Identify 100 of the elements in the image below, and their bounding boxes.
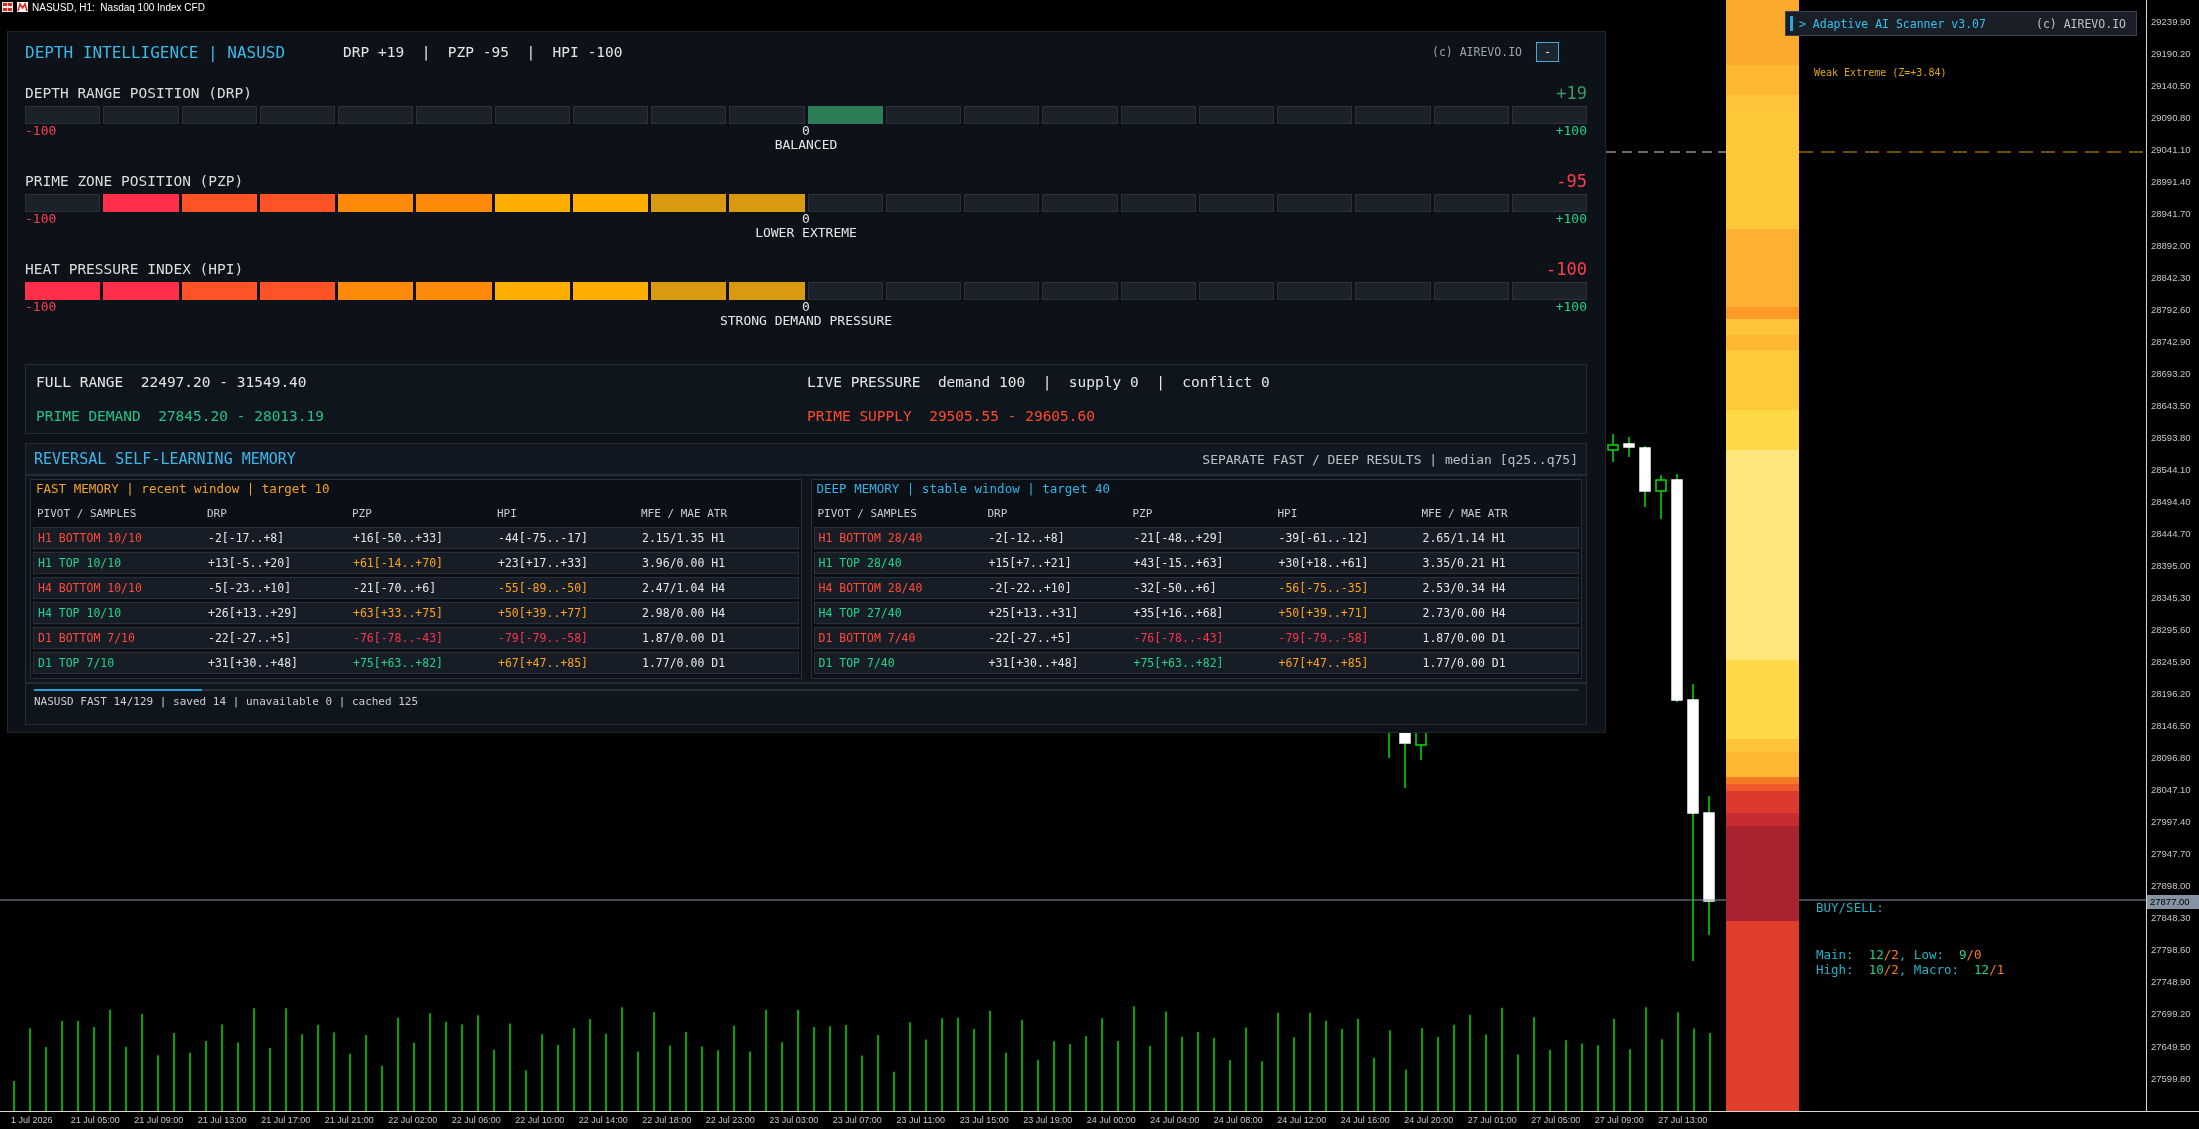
gauge-status: BALANCED (774, 138, 838, 152)
table-cell-text: 2.98/0.00 H4 (642, 606, 727, 620)
table-cell-text: 1.87/0.00 D1 (642, 631, 727, 645)
gauge-title: PRIME ZONE POSITION (PZP) (25, 173, 244, 189)
buy-sell-text: 12 (1974, 962, 1990, 977)
table-cell-text: +43[-15..+63] (1133, 556, 1225, 570)
table-cell-text: H1 TOP 28/40 (818, 556, 903, 570)
collapse-button[interactable]: - (1536, 42, 1559, 62)
price-label: 28096.80 (2150, 751, 2192, 766)
candle (1607, 433, 1619, 463)
price-label: 28892.00 (2150, 239, 2192, 254)
price-label: 29190.20 (2150, 47, 2192, 61)
memory-title: REVERSAL SELF-LEARNING MEMORY (34, 450, 296, 468)
column-header: PIVOT / SAMPLES (37, 506, 138, 520)
time-label: 22 Jul 06:00 (450, 1114, 502, 1127)
time-label: 24 Jul 04:00 (1149, 1114, 1201, 1127)
time-label: 21 Jul 17:00 (260, 1114, 312, 1127)
table-cell-text: -2[-22..+10] (988, 581, 1073, 595)
time-label: 22 Jul 14:00 (577, 1114, 629, 1127)
table-cell-text: -39[-61..-12] (1278, 531, 1370, 545)
time-label: 23 Jul 11:00 (895, 1114, 946, 1127)
time-label: 24 Jul 00:00 (1085, 1114, 1137, 1127)
table-cell-text: -76[-78..-43] (1133, 631, 1225, 645)
buy-sell-text: /2 (1883, 946, 1899, 962)
column-header: DRP (987, 506, 1009, 520)
table-cell-text: -76[-78..-43] (353, 631, 444, 645)
panel-title: DEPTH INTELLIGENCE | NASUSD (25, 42, 286, 62)
time-label: 21 Jul 05:00 (69, 1114, 121, 1127)
price-label: 28444.70 (2150, 527, 2192, 542)
table-cell-text: +50[+39..+77] (498, 606, 589, 620)
price-label: 28196.20 (2150, 687, 2192, 702)
table-cell-text: +25[+13..+31] (988, 606, 1080, 620)
price-label: 28544.10 (2150, 463, 2192, 478)
table-cell-text: -5[-23..+10] (208, 581, 293, 595)
table-cell-text: -2[-17..+8] (208, 531, 286, 545)
table-cell-text: +75[+63..+82] (353, 656, 444, 670)
buy-sell-text: /1 (1989, 962, 2005, 977)
time-label: 27 Jul 05:00 (1530, 1114, 1582, 1127)
candle (1639, 445, 1651, 508)
scale-min: -100 (25, 124, 58, 138)
credit-text: (c) AIREVO.IO (1432, 45, 1522, 59)
time-label: 21 Jul 09:00 (133, 1114, 185, 1127)
table-cell-text: D1 BOTTOM 7/10 (38, 631, 136, 645)
table-cell-text: 3.96/0.00 H1 (642, 556, 727, 570)
table-cell-text: -22[-27..+5] (988, 631, 1073, 645)
time-label: 23 Jul 07:00 (831, 1114, 883, 1127)
table-cell-text: -56[-75..-35] (1278, 581, 1370, 595)
info-value: 29505.55 - 29605.60 (929, 408, 1096, 424)
price-label: 28146.50 (2150, 719, 2192, 734)
table-cell-text: +63[+33..+75] (353, 606, 444, 620)
time-label: 27 Jul 01:00 (1466, 1114, 1518, 1127)
buy-sell-text: , Low: (1898, 946, 1945, 962)
price-label: 27997.40 (2150, 815, 2192, 830)
table-cell-text: 1.87/0.00 D1 (1422, 631, 1507, 645)
table-cell-text: D1 BOTTOM 7/40 (818, 631, 917, 645)
table-cell-text: +75[+63..+82] (1133, 656, 1225, 670)
candle (1623, 436, 1635, 458)
info-value: demand 100 | supply 0 | conflict 0 (937, 374, 1270, 390)
grid-icon (2, 2, 13, 12)
time-label: 24 Jul 08:00 (1212, 1114, 1264, 1127)
time-label: 22 Jul 18:00 (641, 1114, 693, 1127)
price-label: 28295.60 (2150, 623, 2192, 638)
info-value: 22497.20 - 31549.40 (140, 374, 307, 390)
gauge-title: HEAT PRESSURE INDEX (HPI) (25, 261, 244, 277)
gauge-value: +19 (1556, 83, 1587, 103)
info-value: 27845.20 - 28013.19 (158, 408, 325, 424)
price-label: 28792.60 (2150, 303, 2192, 318)
status-text: NASUSD FAST 14/129 | saved 14 | unavailable 0 | cached 125 (34, 695, 420, 709)
table-cell-text: +16[-50..+33] (353, 531, 444, 545)
table-cell-text: H4 TOP 27/40 (818, 606, 903, 620)
gauge-title: DEPTH RANGE POSITION (DRP) (25, 85, 252, 101)
column-header: PIVOT / SAMPLES (817, 506, 918, 520)
buy-sell-text: High: (1816, 962, 1855, 977)
price-label: 27798.60 (2150, 943, 2192, 958)
table-cell-text: -22[-27..+5] (208, 631, 293, 645)
scanner-credit: (c) AIREVO.IO (2036, 16, 2126, 31)
column-header: MFE / MAE ATR (1421, 506, 1509, 520)
info-label: PRIME DEMAND (36, 408, 141, 424)
buy-sell-text: , Macro: (1898, 962, 1961, 977)
table-cell-text: -2[-12..+8] (988, 531, 1066, 545)
time-label: 24 Jul 20:00 (1403, 1114, 1455, 1127)
price-label: 29041.10 (2150, 143, 2192, 158)
table-cell-text: +61[-14..+70] (353, 556, 444, 570)
column-header: PZP (1132, 506, 1154, 520)
buy-sell-text: /0 (1966, 946, 1982, 962)
price-label: 27649.50 (2150, 1039, 2192, 1054)
scale-max: +100 (1555, 124, 1587, 138)
table-cell-text: H4 TOP 10/10 (38, 606, 123, 620)
time-label: 22 Jul 23:00 (704, 1114, 756, 1127)
table-cell-text: 1.77/0.00 D1 (1422, 656, 1507, 670)
table-cell-text: H1 BOTTOM 10/10 (38, 531, 143, 545)
table-cell-text: 2.73/0.00 H4 (1422, 606, 1507, 620)
scale-min: -100 (25, 300, 58, 314)
zone-label: Weak Extreme (Z=+3.84) (1814, 67, 1947, 78)
table-cell-text: -79[-79..-58] (1278, 631, 1370, 645)
scale-mid: 0 (802, 300, 810, 314)
table-cell-text: D1 TOP 7/40 (818, 656, 896, 670)
info-label: FULL RANGE (36, 374, 124, 390)
price-label: 29140.50 (2150, 79, 2192, 94)
time-label: 27 Jul 13:00 (1657, 1114, 1709, 1127)
